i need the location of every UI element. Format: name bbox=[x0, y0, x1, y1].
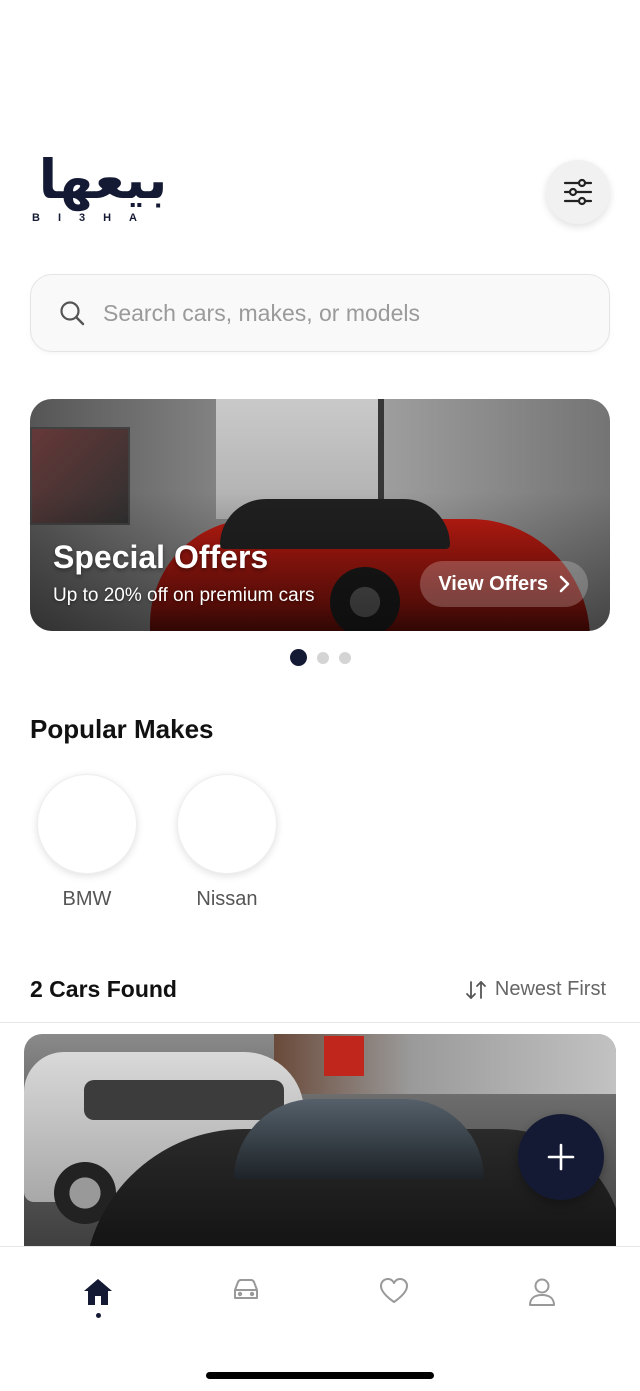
carousel-indicator bbox=[0, 649, 640, 666]
home-icon bbox=[84, 1279, 112, 1305]
car-photo-suv-window bbox=[84, 1080, 284, 1120]
sliders-icon bbox=[563, 178, 593, 206]
logo-latin-text: BI3HA bbox=[32, 212, 156, 224]
view-offers-label: View Offers bbox=[438, 572, 548, 595]
make-item-nissan[interactable]: Nissan bbox=[177, 774, 277, 911]
view-offers-button[interactable]: View Offers bbox=[420, 561, 588, 607]
logo-arabic-text: بيعها bbox=[38, 148, 170, 211]
sort-button[interactable]: Newest First bbox=[465, 978, 606, 1001]
carousel-dot-3[interactable] bbox=[338, 651, 351, 664]
results-count: 2 Cars Found bbox=[30, 976, 177, 1002]
heart-icon bbox=[380, 1278, 408, 1303]
sort-label: Newest First bbox=[494, 978, 606, 1000]
header: بيعها BI3HA bbox=[30, 150, 610, 240]
tab-profile[interactable] bbox=[512, 1277, 572, 1337]
tab-cars[interactable] bbox=[216, 1277, 276, 1337]
search-icon bbox=[60, 301, 85, 326]
plus-icon bbox=[547, 1143, 575, 1171]
make-label: BMW bbox=[62, 888, 112, 910]
make-logo bbox=[37, 774, 137, 874]
car-photo-sedan-glass bbox=[234, 1099, 484, 1179]
make-item-bmw[interactable]: BMW bbox=[37, 774, 137, 911]
car-photo-sign bbox=[324, 1036, 364, 1076]
popular-makes-list: BMW Nissan bbox=[37, 774, 277, 911]
banner-title: Special Offers bbox=[53, 539, 269, 575]
tab-home[interactable] bbox=[68, 1277, 128, 1337]
divider bbox=[0, 1022, 640, 1023]
car-icon bbox=[234, 1279, 258, 1299]
tab-favorites[interactable] bbox=[364, 1277, 424, 1337]
popular-makes-title: Popular Makes bbox=[30, 714, 214, 744]
carousel-dot-2[interactable] bbox=[316, 651, 329, 664]
bottom-tab-bar bbox=[0, 1246, 640, 1391]
carousel-dot-1[interactable] bbox=[289, 649, 307, 666]
search-bar[interactable] bbox=[30, 274, 610, 352]
sort-icon bbox=[465, 980, 486, 999]
make-label: Nissan bbox=[196, 888, 258, 910]
active-tab-dot bbox=[95, 1313, 101, 1318]
make-logo bbox=[177, 774, 277, 874]
offers-banner[interactable]: Special Offers Up to 20% off on premium … bbox=[30, 399, 610, 631]
filter-button[interactable] bbox=[546, 160, 610, 224]
chevron-right-icon bbox=[559, 575, 570, 593]
home-indicator bbox=[206, 1372, 434, 1379]
add-listing-button[interactable] bbox=[518, 1114, 604, 1200]
user-icon bbox=[529, 1278, 555, 1306]
results-header: 2 Cars Found Newest First bbox=[30, 976, 606, 1003]
app-logo[interactable]: بيعها BI3HA bbox=[30, 150, 180, 230]
banner-subtitle: Up to 20% off on premium cars bbox=[53, 585, 315, 606]
search-input[interactable] bbox=[103, 299, 573, 327]
